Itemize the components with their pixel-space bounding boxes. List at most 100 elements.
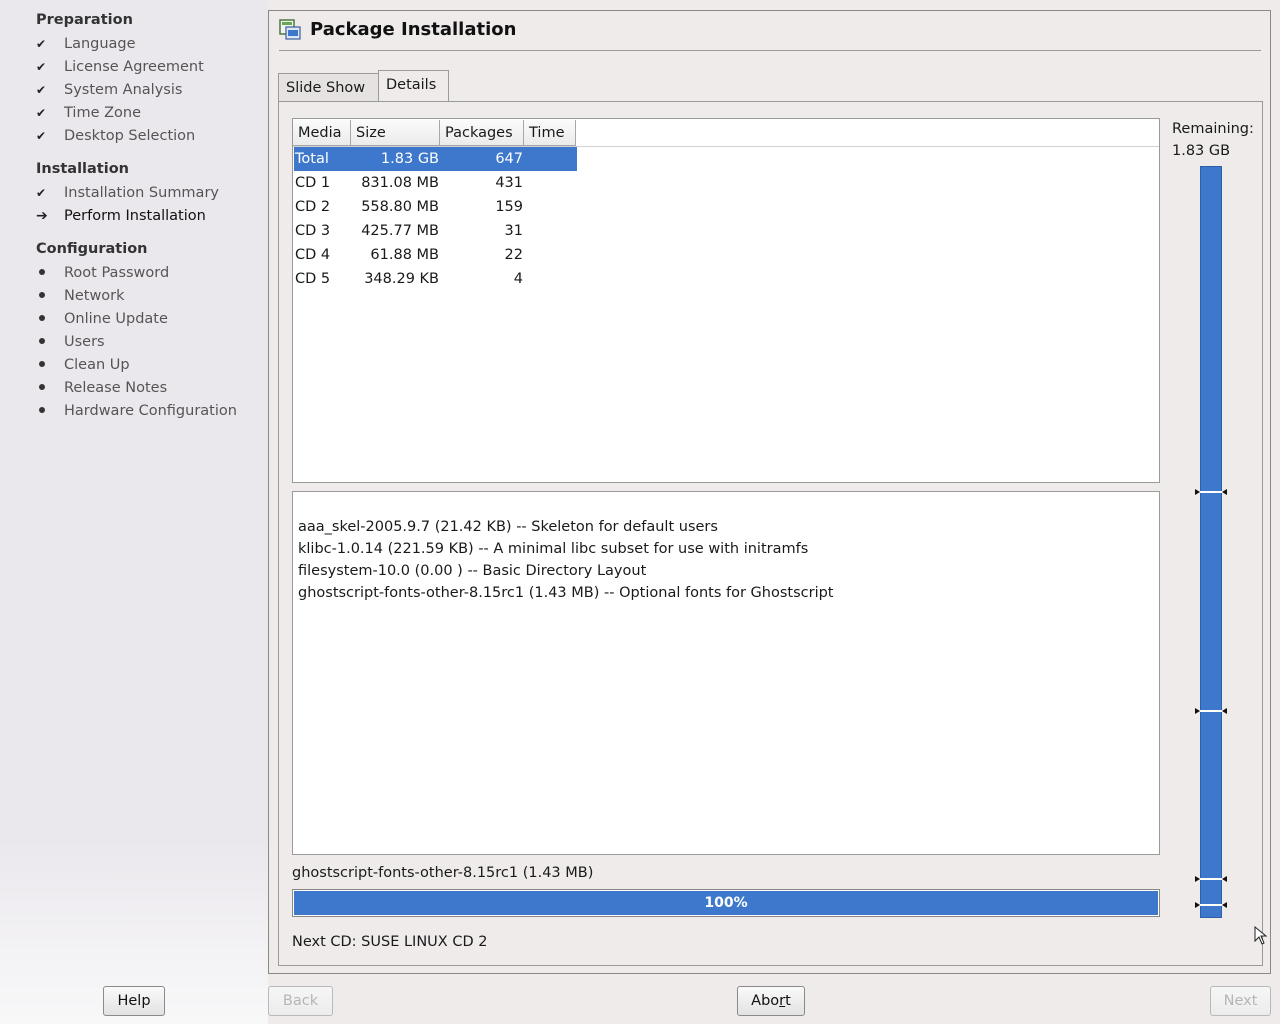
cell-media: CD 3	[295, 223, 331, 239]
cell-media: CD 4	[295, 247, 331, 263]
tab-slide-show[interactable]: Slide Show	[278, 73, 379, 101]
cell-size: 348.29 KB	[364, 271, 439, 287]
cell-size: 1.83 GB	[380, 151, 439, 167]
step-online-update: Online Update	[36, 309, 168, 329]
cell-size: 61.88 MB	[370, 247, 439, 263]
cell-packages: 431	[495, 175, 523, 191]
step-label: Language	[64, 36, 136, 52]
package-installation-panel: Package Installation Slide Show Details …	[268, 10, 1271, 974]
table-row[interactable]: CD 3 425.77 MB 31	[294, 219, 575, 243]
progress-percent-text: 100%	[704, 895, 748, 911]
next-button[interactable]: Next	[1210, 986, 1271, 1016]
table-row[interactable]: CD 1 831.08 MB 431	[294, 171, 575, 195]
cell-media: CD 1	[295, 175, 331, 191]
column-header-media[interactable]: Media	[293, 120, 351, 146]
back-button[interactable]: Back	[268, 986, 333, 1016]
column-header-time[interactable]: Time	[524, 120, 576, 146]
step-network: Network	[36, 286, 125, 306]
cell-packages: 31	[504, 223, 523, 239]
cell-time	[523, 147, 575, 171]
step-label: Perform Installation	[64, 208, 206, 224]
check-icon: ✔	[36, 186, 47, 200]
cell-size: 831.08 MB	[361, 175, 439, 191]
cell-time	[523, 243, 575, 267]
check-icon: ✔	[36, 83, 47, 97]
cell-packages: 22	[504, 247, 523, 263]
cell-time	[523, 171, 575, 195]
table-row[interactable]: CD 4 61.88 MB 22	[294, 243, 575, 267]
title-divider	[279, 50, 1261, 51]
step-clean-up: Clean Up	[36, 355, 130, 375]
page-title: Package Installation	[310, 19, 517, 40]
step-label: Root Password	[64, 265, 170, 281]
step-label: Online Update	[64, 311, 168, 327]
installation-log[interactable]: aaa_skel-2005.9.7 (21.42 KB) -- Skeleton…	[292, 491, 1160, 855]
section-title-installation: Installation	[36, 161, 129, 177]
log-line: klibc-1.0.14 (221.59 KB) -- A minimal li…	[298, 541, 809, 557]
remaining-info: Remaining: 1.83 GB	[1172, 118, 1254, 162]
step-installation-summary: ✔ Installation Summary	[36, 183, 219, 203]
package-progress-bar: 100%	[292, 889, 1160, 917]
step-release-notes: Release Notes	[36, 378, 167, 398]
step-label: Network	[64, 288, 125, 304]
arrow-right-icon: ➔	[36, 208, 48, 224]
log-line: aaa_skel-2005.9.7 (21.42 KB) -- Skeleton…	[298, 519, 718, 535]
table-row[interactable]: Total 1.83 GB 647	[294, 147, 577, 171]
column-header-packages[interactable]: Packages	[440, 120, 524, 146]
step-label: Release Notes	[64, 380, 168, 396]
step-label: Installation Summary	[64, 185, 219, 201]
cell-time	[523, 219, 575, 243]
bullet-icon	[39, 292, 45, 298]
step-label: Desktop Selection	[64, 128, 196, 144]
media-table[interactable]: Media Size Packages Time Total 1.83 GB 6…	[292, 118, 1160, 483]
cd-boundary-marker	[1195, 708, 1227, 714]
wizard-sidebar: Preparation ✔ Language ✔ License Agreement…	[0, 0, 268, 1024]
log-line: ghostscript-fonts-other-8.15rc1 (1.43 MB…	[298, 585, 834, 601]
table-row[interactable]: CD 5 348.29 KB 4	[294, 267, 575, 291]
step-label: License Agreement	[64, 59, 204, 75]
table-header: Media Size Packages Time	[293, 120, 576, 146]
step-label: Hardware Configuration	[64, 403, 237, 419]
step-root-password: Root Password	[36, 263, 169, 283]
check-icon: ✔	[36, 60, 47, 74]
bullet-icon	[39, 384, 45, 390]
abort-button[interactable]: Abort	[737, 986, 805, 1016]
cell-time	[523, 195, 575, 219]
step-label: Time Zone	[64, 105, 142, 121]
cell-media: Total	[295, 151, 329, 167]
remaining-bar	[1200, 166, 1222, 918]
abort-label-suffix: t	[785, 993, 791, 1009]
check-icon: ✔	[36, 129, 47, 143]
check-icon: ✔	[36, 106, 47, 120]
tab-details[interactable]: Details	[378, 70, 449, 101]
step-time-zone: ✔ Time Zone	[36, 103, 141, 123]
cell-size: 558.80 MB	[361, 199, 439, 215]
cd-boundary-marker	[1195, 489, 1227, 495]
step-hardware-configuration: Hardware Configuration	[36, 401, 237, 421]
section-title-preparation: Preparation	[36, 12, 133, 28]
cell-packages: 159	[495, 199, 523, 215]
cell-time	[523, 267, 575, 291]
cd-boundary-marker	[1195, 902, 1227, 908]
bullet-icon	[39, 338, 45, 344]
table-row[interactable]: CD 2 558.80 MB 159	[294, 195, 575, 219]
step-users: Users	[36, 332, 105, 352]
column-header-size[interactable]: Size	[351, 120, 440, 146]
cd-boundary-marker	[1195, 876, 1227, 882]
step-desktop-selection: ✔ Desktop Selection	[36, 126, 195, 146]
check-icon: ✔	[36, 37, 47, 51]
log-line: filesystem-10.0 (0.00 ) -- Basic Directo…	[298, 563, 647, 579]
step-label: System Analysis	[64, 82, 183, 98]
next-cd-label: Next CD: SUSE LINUX CD 2	[292, 934, 488, 950]
package-install-icon	[279, 19, 301, 40]
cell-media: CD 2	[295, 199, 331, 215]
help-button[interactable]: Help	[103, 986, 165, 1016]
current-package-label: ghostscript-fonts-other-8.15rc1 (1.43 MB…	[292, 865, 594, 881]
abort-label-prefix: Abo	[751, 993, 780, 1009]
step-label: Users	[64, 334, 105, 350]
bullet-icon	[39, 315, 45, 321]
step-system-analysis: ✔ System Analysis	[36, 80, 182, 100]
remaining-label: Remaining:	[1172, 121, 1254, 137]
bullet-icon	[39, 407, 45, 413]
cell-size: 425.77 MB	[361, 223, 439, 239]
